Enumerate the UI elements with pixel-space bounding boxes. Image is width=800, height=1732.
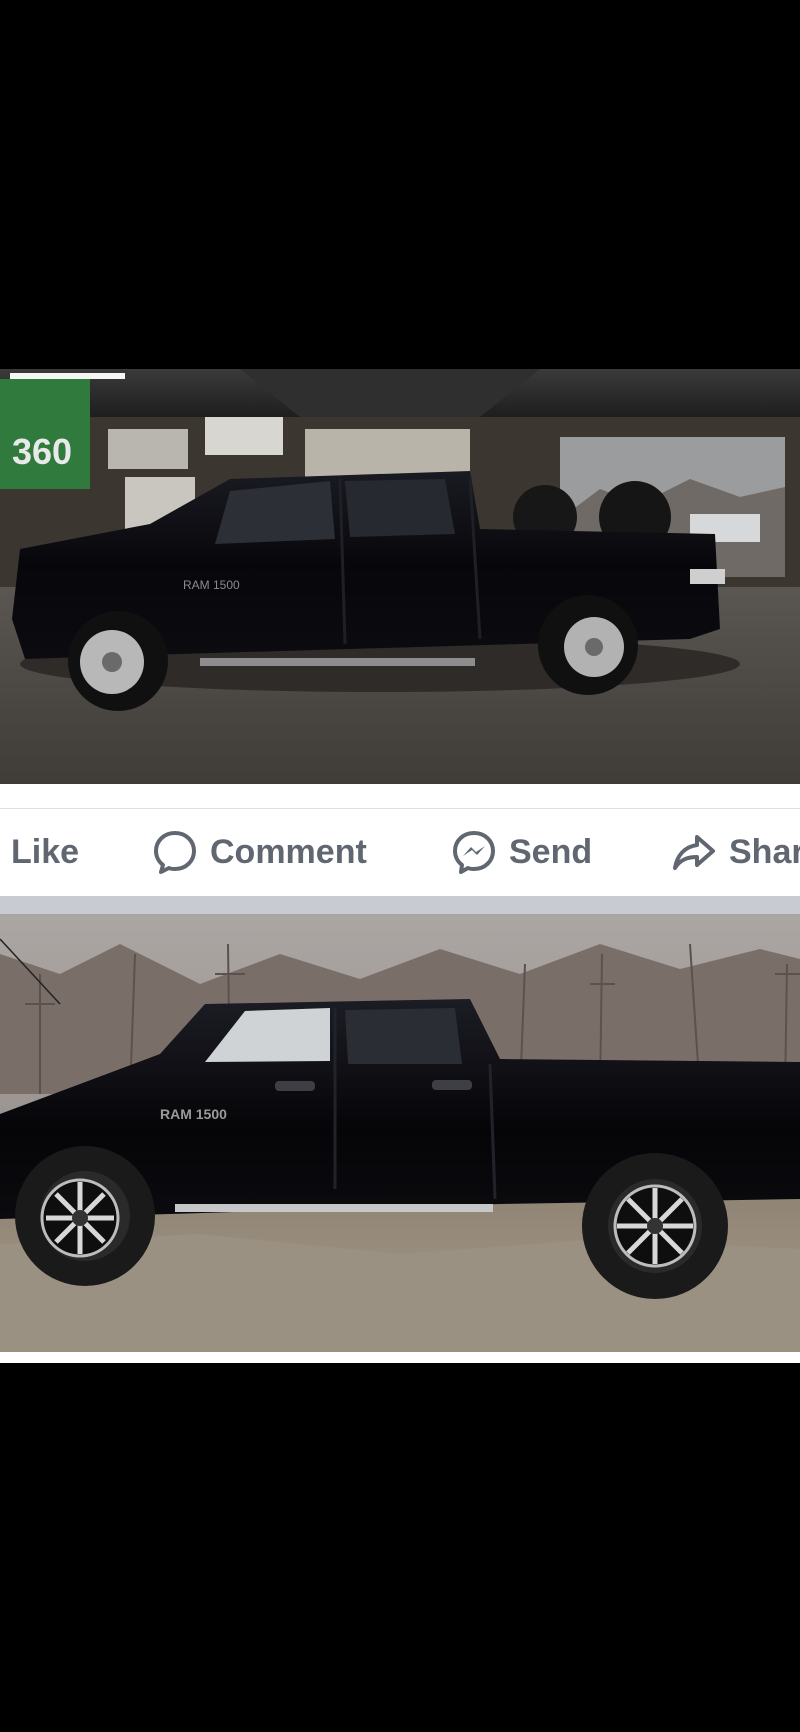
like-button[interactable]: Like (11, 808, 79, 896)
after-photo-image: RAM 1500 (0, 914, 800, 1352)
share-arrow-icon (671, 829, 717, 875)
like-label: Like (11, 832, 80, 871)
post-action-panel: Like Comment Send Shar (0, 784, 800, 896)
feed-separator (0, 896, 800, 914)
photo-bottom-border (0, 1352, 800, 1363)
post-action-bar: Like Comment Send Shar (0, 808, 800, 896)
before-photo-image: 360 RAM 1500 (0, 369, 800, 784)
messenger-icon (451, 829, 497, 875)
shop-sign-text: 360 (12, 431, 72, 472)
photo-before[interactable]: 360 RAM 1500 (0, 369, 800, 784)
share-label: Shar (729, 832, 800, 871)
photo-after[interactable]: RAM 1500 (0, 914, 800, 1352)
before-badge-text: RAM 1500 (183, 578, 240, 592)
rear-wheel (582, 1153, 728, 1299)
comment-button[interactable]: Comment (152, 808, 367, 896)
send-button[interactable]: Send (451, 808, 592, 896)
front-wheel (15, 1146, 155, 1286)
after-badge-text: RAM 1500 (160, 1106, 227, 1122)
comment-label: Comment (210, 832, 367, 871)
share-button[interactable]: Shar (671, 808, 800, 896)
speech-bubble-icon (152, 829, 198, 875)
send-label: Send (509, 832, 593, 871)
